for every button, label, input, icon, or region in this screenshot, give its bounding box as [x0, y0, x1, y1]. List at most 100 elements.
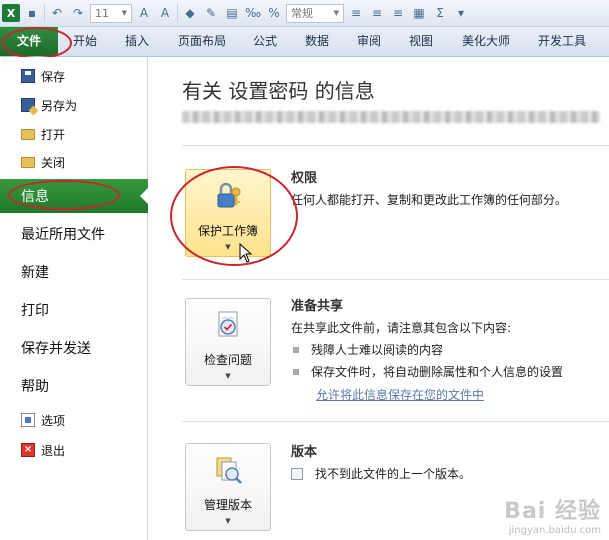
- save-as-icon: [21, 98, 35, 112]
- file-path-blurred: [182, 111, 600, 123]
- percent-icon[interactable]: %: [265, 4, 283, 22]
- bullet-icon: [293, 346, 299, 353]
- backstage-nav: 保存 另存为 打开 关闭 信息 最近所用文件 新建 打印 保存并发送 帮助 选项…: [0, 57, 149, 540]
- permissions-text: 任何人都能打开、复制和更改此工作簿的任何部分。: [291, 193, 568, 207]
- quick-access-toolbar: X ▪ ↶ ↷ 11 ▼ A A ◆ ✎ ▤ ‰ % 常规 ▼ ≡ ≡ ≡ ▦ Σ …: [0, 0, 609, 27]
- save-icon[interactable]: ▪: [23, 4, 41, 22]
- decimal-icon[interactable]: ‰: [244, 4, 262, 22]
- close-folder-icon: [21, 156, 35, 168]
- exit-icon: ×: [21, 443, 35, 457]
- font-size-box[interactable]: 11 ▼: [90, 3, 132, 23]
- number-format-value: 常规: [291, 7, 313, 20]
- manage-versions-label: 管理版本: [203, 498, 252, 512]
- nav-save-as[interactable]: 另存为: [0, 92, 148, 118]
- borders-icon[interactable]: ▦: [410, 4, 428, 22]
- chevron-down-icon: ▼: [121, 9, 127, 17]
- tab-formulas[interactable]: 公式: [244, 27, 286, 56]
- nav-new[interactable]: 新建: [0, 255, 148, 289]
- decrease-font-icon[interactable]: A: [156, 4, 174, 22]
- nav-save-send[interactable]: 保存并发送: [0, 331, 148, 365]
- prepare-text: 在共享此文件前，请注意其包含以下内容:: [291, 321, 512, 335]
- nav-save-send-label: 保存并发送: [21, 341, 91, 357]
- tab-page-layout[interactable]: 页面布局: [170, 27, 234, 56]
- page-title: 有关 设置密码 的信息: [182, 79, 375, 103]
- divider: [44, 4, 45, 22]
- chevron-down-icon[interactable]: ▾: [452, 4, 470, 22]
- increase-font-icon[interactable]: A: [135, 4, 153, 22]
- versions-heading: 版本: [291, 445, 318, 460]
- protect-workbook-button[interactable]: 保护工作簿 ▼: [185, 169, 271, 257]
- list-item: 保存文件时，将自动删除属性和个人信息的设置: [293, 363, 563, 380]
- open-folder-icon: [21, 128, 35, 140]
- tab-view[interactable]: 视图: [400, 27, 442, 56]
- brush-icon[interactable]: ✎: [202, 4, 220, 22]
- nav-options[interactable]: 选项: [0, 407, 148, 433]
- undo-icon[interactable]: ↶: [48, 4, 66, 22]
- watermark-brand: Bai 经验: [504, 499, 601, 524]
- chevron-down-icon: ▼: [225, 517, 231, 525]
- manage-versions-icon: [212, 454, 244, 486]
- nav-save[interactable]: 保存: [0, 63, 148, 89]
- nav-print[interactable]: 打印: [0, 293, 148, 327]
- nav-exit-label: 退出: [41, 443, 66, 458]
- align-center-icon[interactable]: ≡: [368, 4, 386, 22]
- save-icon: [21, 69, 35, 83]
- nav-save-as-label: 另存为: [41, 98, 78, 113]
- allow-save-info-link[interactable]: 允许将此信息保存在您的文件中: [316, 386, 484, 403]
- bullet-icon: [293, 368, 299, 375]
- nav-recent[interactable]: 最近所用文件: [0, 217, 148, 251]
- manage-versions-button[interactable]: 管理版本 ▼: [185, 443, 271, 531]
- document-icon: [291, 467, 303, 480]
- nav-exit[interactable]: × 退出: [0, 437, 148, 463]
- number-format-box[interactable]: 常规 ▼: [286, 3, 344, 23]
- divider: [177, 4, 178, 22]
- tab-review[interactable]: 审阅: [348, 27, 390, 56]
- nav-close-label: 关闭: [41, 155, 66, 170]
- lock-keys-icon: [212, 180, 244, 212]
- ribbon-tab-row: 文件 开始 插入 页面布局 公式 数据 审阅 视图 美化大师 开发工具: [0, 27, 609, 57]
- tab-data[interactable]: 数据: [296, 27, 338, 56]
- options-icon: [21, 413, 35, 427]
- tab-developer[interactable]: 开发工具: [530, 27, 594, 56]
- font-size-value: 11: [95, 6, 109, 20]
- nav-close[interactable]: 关闭: [0, 149, 148, 175]
- align-left-icon[interactable]: ≡: [347, 4, 365, 22]
- check-issues-button[interactable]: 检查问题 ▼: [185, 298, 271, 386]
- nav-info-label: 信息: [21, 189, 49, 205]
- tab-insert[interactable]: 插入: [116, 27, 158, 56]
- tab-beautify-master[interactable]: 美化大师: [454, 27, 518, 56]
- tab-file[interactable]: 文件: [0, 27, 58, 56]
- align-right-icon[interactable]: ≡: [389, 4, 407, 22]
- prepare-bullet-2: 保存文件时，将自动删除属性和个人信息的设置: [311, 365, 564, 379]
- permissions-heading: 权限: [291, 171, 318, 186]
- nav-print-label: 打印: [21, 303, 49, 319]
- inspect-document-icon: [212, 309, 244, 341]
- watermark-url: jingyan.baidu.com: [508, 525, 601, 536]
- nav-recent-label: 最近所用文件: [21, 227, 105, 243]
- sum-icon[interactable]: Σ: [431, 4, 449, 22]
- nav-open-label: 打开: [41, 127, 66, 142]
- nav-new-label: 新建: [21, 265, 49, 281]
- divider: [182, 279, 609, 280]
- versions-text: 找不到此文件的上一个版本。: [315, 467, 472, 481]
- chevron-down-icon: ▼: [333, 9, 339, 17]
- nav-help-label: 帮助: [21, 379, 49, 395]
- divider: [182, 421, 609, 422]
- watermark: Bai 经验 jingyan.baidu.com: [504, 493, 601, 536]
- redo-icon[interactable]: ↷: [69, 4, 87, 22]
- chevron-down-icon: ▼: [225, 243, 231, 251]
- chevron-down-icon: ▼: [225, 372, 231, 380]
- mouse-cursor-icon: [239, 243, 253, 263]
- tab-home[interactable]: 开始: [64, 27, 106, 56]
- fill-color-icon[interactable]: ◆: [181, 4, 199, 22]
- nav-options-label: 选项: [41, 413, 66, 428]
- nav-save-label: 保存: [41, 69, 66, 84]
- excel-app-icon[interactable]: X: [2, 4, 20, 22]
- nav-help[interactable]: 帮助: [0, 369, 148, 403]
- format-icon[interactable]: ▤: [223, 4, 241, 22]
- nav-open[interactable]: 打开: [0, 121, 148, 147]
- nav-info[interactable]: 信息: [0, 179, 149, 213]
- prepare-heading: 准备共享: [291, 299, 344, 314]
- list-item: 残障人士难以阅读的内容: [293, 341, 443, 358]
- check-issues-label: 检查问题: [203, 353, 252, 367]
